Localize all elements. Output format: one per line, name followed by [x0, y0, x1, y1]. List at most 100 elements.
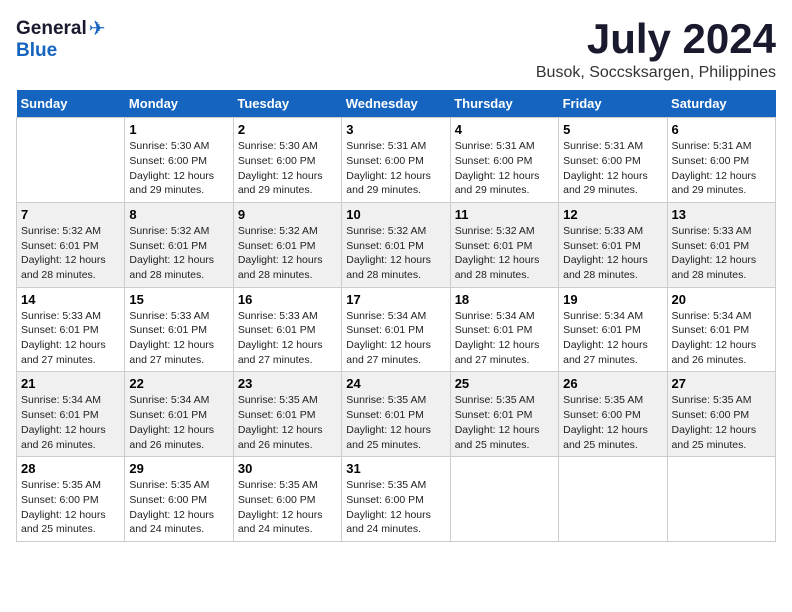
day-detail: Sunrise: 5:35 AM Sunset: 6:01 PM Dayligh…	[455, 393, 554, 452]
day-detail: Sunrise: 5:35 AM Sunset: 6:00 PM Dayligh…	[672, 393, 771, 452]
day-number: 2	[238, 122, 337, 137]
day-number: 30	[238, 461, 337, 476]
day-detail: Sunrise: 5:31 AM Sunset: 6:00 PM Dayligh…	[455, 139, 554, 198]
day-detail: Sunrise: 5:35 AM Sunset: 6:00 PM Dayligh…	[238, 478, 337, 537]
day-detail: Sunrise: 5:35 AM Sunset: 6:01 PM Dayligh…	[346, 393, 445, 452]
day-detail: Sunrise: 5:34 AM Sunset: 6:01 PM Dayligh…	[672, 309, 771, 368]
table-row: 9 Sunrise: 5:32 AM Sunset: 6:01 PM Daylig…	[233, 202, 341, 287]
day-number: 15	[129, 292, 228, 307]
col-sunday: Sunday	[17, 90, 125, 118]
table-row: 21Sunrise: 5:34 AM Sunset: 6:01 PM Dayli…	[17, 372, 125, 457]
day-detail: Sunrise: 5:31 AM Sunset: 6:00 PM Dayligh…	[563, 139, 662, 198]
day-detail: Sunrise: 5:32 AM Sunset: 6:01 PM Dayligh…	[129, 224, 228, 283]
day-detail: Sunrise: 5:34 AM Sunset: 6:01 PM Dayligh…	[129, 393, 228, 452]
table-row: 28Sunrise: 5:35 AM Sunset: 6:00 PM Dayli…	[17, 457, 125, 542]
table-row: 19Sunrise: 5:34 AM Sunset: 6:01 PM Dayli…	[559, 287, 667, 372]
day-detail: Sunrise: 5:32 AM Sunset: 6:01 PM Dayligh…	[21, 224, 120, 283]
day-detail: Sunrise: 5:32 AM Sunset: 6:01 PM Dayligh…	[238, 224, 337, 283]
table-row: 30 Sunrise: 5:35 AM Sunset: 6:00 PM Dayli…	[233, 457, 341, 542]
day-number: 13	[672, 207, 771, 222]
day-number: 11	[455, 207, 554, 222]
col-monday: Monday	[125, 90, 233, 118]
day-detail: Sunrise: 5:33 AM Sunset: 6:01 PM Dayligh…	[129, 309, 228, 368]
location-title: Busok, Soccsksargen, Philippines	[536, 64, 776, 82]
day-number: 9	[238, 207, 337, 222]
day-number: 28	[21, 461, 120, 476]
day-number: 10	[346, 207, 445, 222]
day-detail: Sunrise: 5:31 AM Sunset: 6:00 PM Dayligh…	[346, 139, 445, 198]
table-row: 25 Sunrise: 5:35 AM Sunset: 6:01 PM Dayli…	[450, 372, 558, 457]
calendar-week-row: 28 Sunrise: 5:35 AM Sunset: 6:00 PM Dayli…	[17, 457, 776, 542]
page-header: General ✈ Blue July 2024 Busok, Soccsksa…	[16, 16, 776, 82]
table-row: 24 Sunrise: 5:35 AM Sunset: 6:01 PM Dayli…	[342, 372, 450, 457]
day-number: 12	[563, 207, 662, 222]
table-row: 22 Sunrise: 5:34 AM Sunset: 6:01 PM Dayli…	[125, 372, 233, 457]
calendar-week-row: 14Sunrise: 5:33 AM Sunset: 6:01 PM Dayli…	[17, 287, 776, 372]
day-number: 25	[455, 376, 554, 391]
day-detail: Sunrise: 5:31 AM Sunset: 6:00 PM Dayligh…	[672, 139, 771, 198]
day-detail: Sunrise: 5:32 AM Sunset: 6:01 PM Dayligh…	[346, 224, 445, 283]
day-detail: Sunrise: 5:33 AM Sunset: 6:01 PM Dayligh…	[672, 224, 771, 283]
day-number: 21	[21, 376, 120, 391]
day-number: 18	[455, 292, 554, 307]
col-wednesday: Wednesday	[342, 90, 450, 118]
day-number: 16	[238, 292, 337, 307]
logo: General ✈ Blue	[16, 16, 106, 60]
day-number: 4	[455, 122, 554, 137]
day-number: 27	[672, 376, 771, 391]
table-row: 2 Sunrise: 5:30 AM Sunset: 6:00 PM Daylig…	[233, 118, 341, 203]
day-number: 20	[672, 292, 771, 307]
table-row: 20 Sunrise: 5:34 AM Sunset: 6:01 PM Dayli…	[667, 287, 775, 372]
day-number: 23	[238, 376, 337, 391]
table-row: 12 Sunrise: 5:33 AM Sunset: 6:01 PM Dayli…	[559, 202, 667, 287]
col-saturday: Saturday	[667, 90, 775, 118]
col-thursday: Thursday	[450, 90, 558, 118]
table-row: 27 Sunrise: 5:35 AM Sunset: 6:00 PM Dayli…	[667, 372, 775, 457]
table-row	[450, 457, 558, 542]
col-tuesday: Tuesday	[233, 90, 341, 118]
day-number: 6	[672, 122, 771, 137]
day-number: 29	[129, 461, 228, 476]
table-row: 23Sunrise: 5:35 AM Sunset: 6:01 PM Dayli…	[233, 372, 341, 457]
day-number: 8	[129, 207, 228, 222]
day-detail: Sunrise: 5:35 AM Sunset: 6:00 PM Dayligh…	[346, 478, 445, 537]
day-detail: Sunrise: 5:34 AM Sunset: 6:01 PM Dayligh…	[455, 309, 554, 368]
day-number: 17	[346, 292, 445, 307]
table-row: 7 Sunrise: 5:32 AM Sunset: 6:01 PM Daylig…	[17, 202, 125, 287]
day-number: 22	[129, 376, 228, 391]
calendar-header-row: Sunday Monday Tuesday Wednesday Thursday…	[17, 90, 776, 118]
table-row: 16 Sunrise: 5:33 AM Sunset: 6:01 PM Dayli…	[233, 287, 341, 372]
table-row	[559, 457, 667, 542]
day-detail: Sunrise: 5:33 AM Sunset: 6:01 PM Dayligh…	[238, 309, 337, 368]
calendar-table: Sunday Monday Tuesday Wednesday Thursday…	[16, 90, 776, 542]
title-area: July 2024 Busok, Soccsksargen, Philippin…	[536, 16, 776, 82]
table-row: 26Sunrise: 5:35 AM Sunset: 6:00 PM Dayli…	[559, 372, 667, 457]
day-number: 5	[563, 122, 662, 137]
day-number: 24	[346, 376, 445, 391]
table-row: 15 Sunrise: 5:33 AM Sunset: 6:01 PM Dayli…	[125, 287, 233, 372]
table-row: 18 Sunrise: 5:34 AM Sunset: 6:01 PM Dayli…	[450, 287, 558, 372]
day-detail: Sunrise: 5:35 AM Sunset: 6:00 PM Dayligh…	[563, 393, 662, 452]
logo-general: General	[16, 18, 87, 40]
table-row: 8 Sunrise: 5:32 AM Sunset: 6:01 PM Daylig…	[125, 202, 233, 287]
table-row: 13 Sunrise: 5:33 AM Sunset: 6:01 PM Dayli…	[667, 202, 775, 287]
logo-blue: Blue	[16, 41, 57, 60]
day-detail: Sunrise: 5:34 AM Sunset: 6:01 PM Dayligh…	[346, 309, 445, 368]
table-row: 1Sunrise: 5:30 AM Sunset: 6:00 PM Daylig…	[125, 118, 233, 203]
table-row: 11 Sunrise: 5:32 AM Sunset: 6:01 PM Dayli…	[450, 202, 558, 287]
day-detail: Sunrise: 5:33 AM Sunset: 6:01 PM Dayligh…	[563, 224, 662, 283]
col-friday: Friday	[559, 90, 667, 118]
table-row	[17, 118, 125, 203]
day-detail: Sunrise: 5:34 AM Sunset: 6:01 PM Dayligh…	[563, 309, 662, 368]
calendar-week-row: 21 Sunrise: 5:34 AM Sunset: 6:01 PM Dayli…	[17, 372, 776, 457]
day-detail: Sunrise: 5:33 AM Sunset: 6:01 PM Dayligh…	[21, 309, 120, 368]
day-number: 7	[21, 207, 120, 222]
day-detail: Sunrise: 5:32 AM Sunset: 6:01 PM Dayligh…	[455, 224, 554, 283]
calendar-week-row: 1 Sunrise: 5:30 AM Sunset: 6:00 PM Daylig…	[17, 118, 776, 203]
table-row: 4 Sunrise: 5:31 AM Sunset: 6:00 PM Daylig…	[450, 118, 558, 203]
table-row	[667, 457, 775, 542]
table-row: 17 Sunrise: 5:34 AM Sunset: 6:01 PM Dayli…	[342, 287, 450, 372]
day-detail: Sunrise: 5:30 AM Sunset: 6:00 PM Dayligh…	[238, 139, 337, 198]
day-number: 1	[129, 122, 228, 137]
table-row: 5 Sunrise: 5:31 AM Sunset: 6:00 PM Daylig…	[559, 118, 667, 203]
